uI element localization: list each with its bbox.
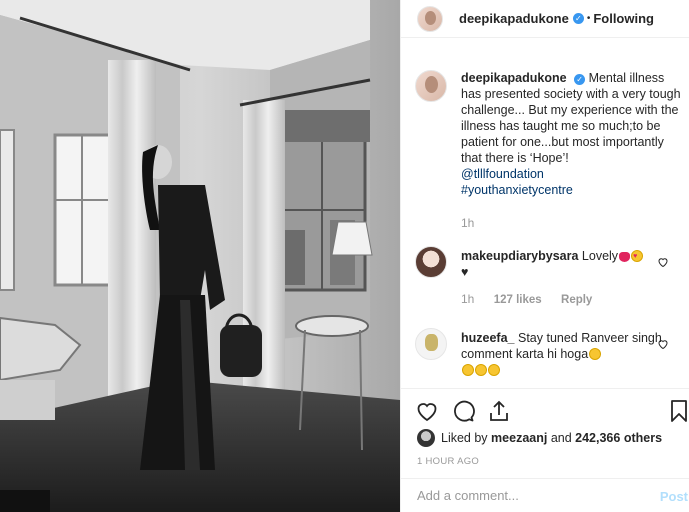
caption-text: Mental illness has presented society wit… — [461, 71, 681, 165]
add-comment-bar: Post — [401, 478, 689, 512]
laughing-emoji-icon — [462, 364, 474, 376]
instagram-post: deepikapadukone ✓ • Following deepikapad… — [0, 0, 689, 512]
separator-dot: • — [586, 13, 591, 24]
caption-username[interactable]: deepikapadukone — [461, 71, 567, 85]
verified-badge-icon: ✓ — [574, 74, 586, 85]
comment-body: huzeefa_ Stay tuned Ranveer singh commen… — [461, 330, 681, 378]
liker-avatar[interactable] — [417, 429, 435, 447]
comment-meta: 1h 127 likes Reply — [461, 292, 608, 306]
likes-count[interactable]: 242,366 others — [575, 431, 662, 445]
commenter-avatar[interactable] — [415, 328, 447, 360]
comment-body: makeupdiarybysara Lovely ♥ — [461, 248, 681, 280]
verified-badge-icon: ✓ — [572, 13, 584, 24]
reply-button[interactable]: Reply — [561, 294, 592, 306]
comment-input[interactable] — [417, 488, 647, 503]
black-heart-icon: ♥ — [461, 265, 469, 279]
following-button[interactable]: Following — [593, 11, 654, 26]
lips-emoji-icon — [619, 252, 631, 262]
share-icon[interactable] — [487, 399, 511, 423]
caption-body: deepikapadukone ✓ Mental illness has pre… — [461, 70, 681, 198]
heart-eyes-emoji-icon — [631, 249, 644, 265]
liked-by-prefix: Liked by — [441, 431, 488, 445]
caption-time[interactable]: 1h — [461, 216, 474, 230]
caption-mention[interactable]: @tlllfoundation — [461, 167, 544, 181]
caption-meta: 1h — [461, 216, 490, 230]
laughing-emoji-icon — [589, 348, 602, 360]
caption-avatar[interactable] — [415, 70, 447, 102]
likes-connector: and — [550, 431, 572, 445]
author-avatar[interactable] — [417, 5, 443, 32]
liker-username[interactable]: meezaanj — [491, 431, 547, 445]
action-bar — [401, 388, 689, 432]
commenter-avatar[interactable] — [415, 246, 447, 278]
like-comment-heart-icon[interactable] — [657, 256, 669, 268]
author-username[interactable]: deepikapadukone — [459, 11, 569, 26]
laughing-emoji-icon — [475, 364, 487, 376]
like-comment-heart-icon[interactable] — [657, 338, 669, 350]
comment-time[interactable]: 1h — [461, 292, 474, 306]
post-comment-button[interactable]: Post — [660, 489, 688, 504]
comment-username[interactable]: huzeefa_ — [461, 331, 515, 345]
post-header: deepikapadukone ✓ • Following — [401, 0, 689, 38]
bookmark-icon[interactable] — [667, 399, 689, 423]
post-side-panel: deepikapadukone ✓ • Following deepikapad… — [400, 0, 689, 512]
comments-list[interactable]: deepikapadukone ✓ Mental illness has pre… — [401, 38, 689, 388]
likes-summary: Liked by meezaanj and 242,366 others — [417, 428, 687, 448]
caption-hashtag[interactable]: #youthanxietycentre — [461, 183, 573, 197]
comment-likes[interactable]: 127 likes — [494, 294, 542, 306]
laughing-emoji-icon — [488, 364, 500, 376]
comment-text: Lovely — [581, 249, 619, 263]
comment-username[interactable]: makeupdiarybysara — [461, 249, 578, 263]
heart-icon[interactable] — [415, 399, 439, 423]
post-timestamp[interactable]: 1 HOUR AGO — [417, 456, 479, 467]
post-photo[interactable] — [0, 0, 400, 512]
photo-illustration — [0, 0, 400, 512]
comment-icon[interactable] — [451, 399, 475, 423]
